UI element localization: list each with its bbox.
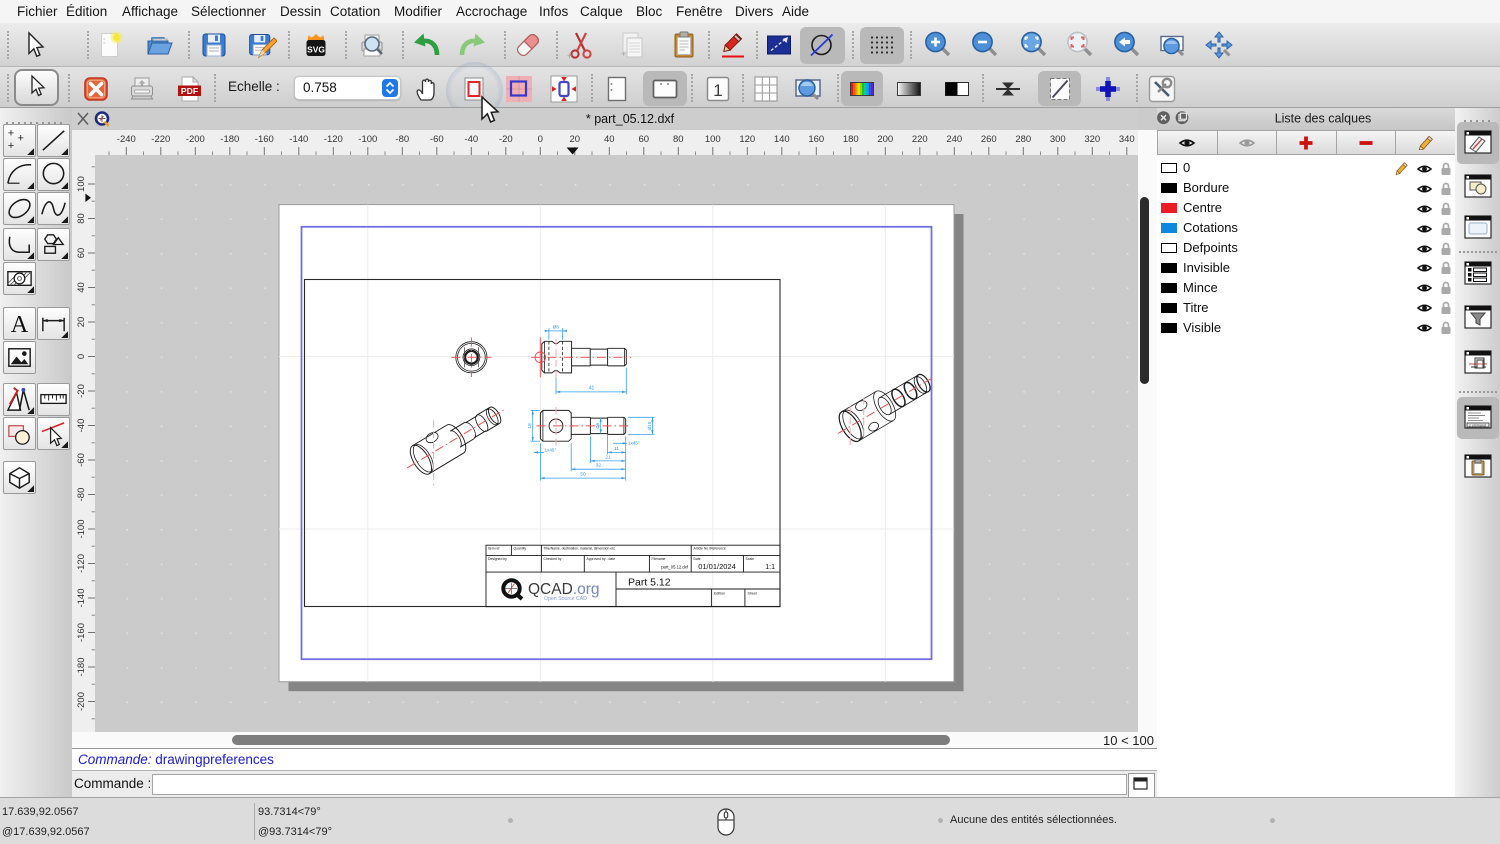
- svg-text:100: 100: [76, 176, 87, 192]
- svg-text:Scale: Scale: [746, 557, 755, 561]
- svg-text:-140: -140: [289, 134, 308, 145]
- svg-text:SVG: SVG: [307, 45, 325, 55]
- svg-text:100: 100: [705, 134, 721, 145]
- svg-text:1:1: 1:1: [765, 564, 775, 571]
- svg-text:+: +: [621, 49, 626, 59]
- svg-text:part_05.12.dxf: part_05.12.dxf: [661, 565, 689, 570]
- svg-text:32: 32: [596, 463, 602, 469]
- svg-text:0: 0: [76, 354, 87, 359]
- svg-text:-60: -60: [430, 134, 444, 145]
- svg-text:Liste des calques: Liste des calques: [1275, 112, 1372, 126]
- svg-text:60: 60: [639, 134, 650, 145]
- svg-text:18: 18: [527, 423, 532, 429]
- svg-text:PDF: PDF: [181, 86, 198, 96]
- svg-text:-80: -80: [395, 134, 409, 145]
- svg-text:1x45°: 1x45°: [628, 441, 640, 446]
- svg-text:50: 50: [580, 472, 586, 478]
- svg-text:1: 1: [713, 81, 722, 100]
- svg-text:+: +: [8, 140, 14, 152]
- svg-text:80: 80: [673, 134, 684, 145]
- svg-text:01/01/2024: 01/01/2024: [698, 562, 736, 571]
- svg-text:11: 11: [614, 446, 619, 452]
- svg-text:-180: -180: [220, 134, 239, 145]
- svg-text:260: 260: [981, 134, 997, 145]
- svg-text:20: 20: [76, 317, 87, 328]
- svg-text:80: 80: [76, 213, 87, 224]
- svg-text:21: 21: [605, 454, 611, 460]
- svg-text:Part 5.12: Part 5.12: [628, 577, 671, 589]
- svg-text:Approved by - date: Approved by - date: [587, 557, 616, 561]
- svg-text:Edition: Edition: [714, 592, 725, 596]
- svg-text:-220: -220: [151, 134, 170, 145]
- svg-text:-200: -200: [186, 134, 205, 145]
- svg-text:240: 240: [946, 134, 962, 145]
- svg-text:-20: -20: [76, 384, 87, 398]
- svg-text:Date: Date: [694, 557, 701, 561]
- svg-text:Ø9: Ø9: [595, 422, 600, 428]
- svg-text:41: 41: [589, 385, 595, 391]
- svg-text:-40: -40: [464, 134, 478, 145]
- svg-text:-140: -140: [76, 588, 87, 607]
- svg-text:c ommand: c ommand: [1469, 424, 1486, 428]
- svg-text:Open Source CAD: Open Source CAD: [544, 596, 587, 602]
- svg-text:Item ref: Item ref: [488, 547, 500, 551]
- svg-text:Checked by: Checked by: [544, 557, 562, 561]
- svg-text:+: +: [8, 128, 14, 140]
- svg-text:Quantity: Quantity: [514, 547, 527, 551]
- svg-text:-100: -100: [76, 519, 87, 538]
- svg-text:-20: -20: [499, 134, 513, 145]
- svg-text:160: 160: [808, 134, 824, 145]
- svg-text:-40: -40: [76, 419, 87, 433]
- svg-text:+: +: [18, 132, 24, 144]
- svg-text:200: 200: [877, 134, 893, 145]
- svg-text:-120: -120: [324, 134, 343, 145]
- svg-text:300: 300: [1050, 134, 1066, 145]
- svg-text:+: +: [567, 51, 572, 61]
- svg-text:280: 280: [1015, 134, 1031, 145]
- svg-text:220: 220: [912, 134, 928, 145]
- svg-text:40: 40: [76, 282, 87, 293]
- svg-text:Filename: Filename: [652, 557, 666, 561]
- svg-text:Ø8: Ø8: [553, 324, 560, 329]
- svg-text:-120: -120: [76, 554, 87, 573]
- svg-text:60: 60: [76, 248, 87, 259]
- svg-text:-80: -80: [76, 488, 87, 502]
- svg-text:320: 320: [1084, 134, 1100, 145]
- svg-text:-200: -200: [76, 692, 87, 711]
- svg-text:1x45°: 1x45°: [545, 448, 557, 453]
- svg-text:340: 340: [1119, 134, 1135, 145]
- svg-text:140: 140: [774, 134, 790, 145]
- svg-text:-160: -160: [76, 623, 87, 642]
- svg-text:Ø10: Ø10: [647, 421, 652, 430]
- svg-text:Article No./Reference: Article No./Reference: [694, 547, 726, 551]
- svg-text:180: 180: [843, 134, 859, 145]
- svg-text:-60: -60: [76, 453, 87, 467]
- svg-text:Sheet: Sheet: [748, 592, 757, 596]
- svg-text:-100: -100: [358, 134, 377, 145]
- svg-text:0: 0: [538, 134, 543, 145]
- svg-text:40: 40: [604, 134, 615, 145]
- svg-text:-180: -180: [76, 657, 87, 676]
- svg-text:Title/Name, destination, mater: Title/Name, destination, material, dimen…: [544, 547, 616, 551]
- svg-text:20: 20: [570, 134, 581, 145]
- svg-text:A: A: [11, 311, 29, 338]
- svg-text:120: 120: [739, 134, 755, 145]
- svg-text:-160: -160: [255, 134, 274, 145]
- svg-text:Designed by: Designed by: [488, 557, 507, 561]
- svg-text:-240: -240: [117, 134, 136, 145]
